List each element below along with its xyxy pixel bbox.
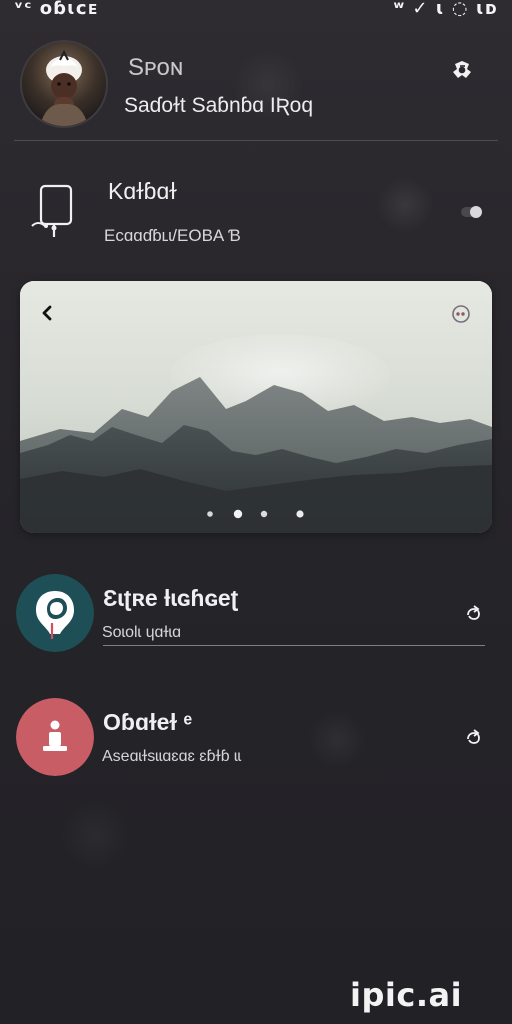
- profile-avatar[interactable]: [20, 40, 108, 128]
- settings-button[interactable]: [446, 54, 478, 86]
- item-avatar: [16, 698, 94, 776]
- device-subtitle: Ecɑɑɗɓʟɩ/ΕΟΒΑ Ɓ: [104, 226, 241, 245]
- person-icon: [16, 698, 94, 776]
- item-subtitle: Aseɑɩɫsɩɩɑɛɑɛ ɛɓɫɓ ɩɩ: [102, 748, 242, 765]
- image-pager: [204, 507, 334, 521]
- profile-avatar-image: [22, 42, 106, 126]
- list-item[interactable]: Ɛɩʈʀe ƚɩɢɦɢeʈ Soɩolɩ ɥɑɫɩɑ: [0, 570, 512, 664]
- profile-header: Sᴘᴏɴ Saɗoɫt Saɓnɓɑ IƦoq: [0, 32, 512, 142]
- arrow-icon: [467, 605, 480, 620]
- device-row[interactable]: Kɑɫɓɑɫ Ecɑɑɗɓʟɩ/ΕΟΒΑ Ɓ: [0, 166, 512, 258]
- status-right-icons: ʷ ✓ ɩ ◌ ɩᴅ: [393, 0, 498, 19]
- pager-dot[interactable]: [296, 510, 304, 518]
- item-title: Oɓɑɫeɫ ᵉ: [103, 709, 193, 735]
- item-action-button[interactable]: [460, 725, 486, 751]
- status-left-text: ᵛᶜ ᴏɓɩᴄᴇ: [14, 0, 99, 19]
- pager-dot-active[interactable]: [233, 509, 243, 519]
- item-avatar: [16, 574, 94, 652]
- card-more-button[interactable]: [448, 301, 474, 327]
- status-bar: ᵛᶜ ᴏɓɩᴄᴇ ʷ ✓ ɩ ◌ ɩᴅ: [0, 0, 512, 22]
- image-card[interactable]: [20, 281, 492, 533]
- list-item[interactable]: Oɓɑɫeɫ ᵉ Aseɑɩɫsɩɩɑɛɑɛ ɛɓɫɓ ɩɩ: [0, 694, 512, 788]
- item-action-button[interactable]: [460, 601, 486, 627]
- mountain-image: [20, 281, 492, 533]
- card-back-button[interactable]: [34, 299, 62, 327]
- header-divider: [14, 140, 498, 141]
- pager-dots: [207, 509, 304, 519]
- item-divider: [103, 645, 485, 646]
- pager-dot[interactable]: [207, 511, 213, 517]
- app-icon: [16, 574, 94, 652]
- device-toggle-button[interactable]: [458, 202, 486, 222]
- item-subtitle: Soɩolɩ ɥɑɫɩɑ: [102, 624, 182, 641]
- device-icon-svg: [31, 184, 73, 237]
- device-title: Kɑɫɓɑɫ: [108, 178, 177, 204]
- more-icon: [452, 305, 470, 323]
- arrow-icon: [467, 729, 480, 744]
- toggle-icon: [461, 206, 482, 218]
- profile-subtitle: Saɗoɫt Saɓnɓɑ IƦoq: [124, 94, 314, 117]
- profile-name: Sᴘᴏɴ: [128, 54, 184, 81]
- item-title: Ɛɩʈʀe ƚɩɢɦɢeʈ: [103, 585, 239, 611]
- settings-icon: [453, 61, 471, 78]
- watermark: ipic.ai: [350, 976, 463, 1014]
- chevron-left-icon: [42, 305, 52, 321]
- device-icon: [30, 174, 86, 242]
- pager-dot[interactable]: [260, 510, 268, 518]
